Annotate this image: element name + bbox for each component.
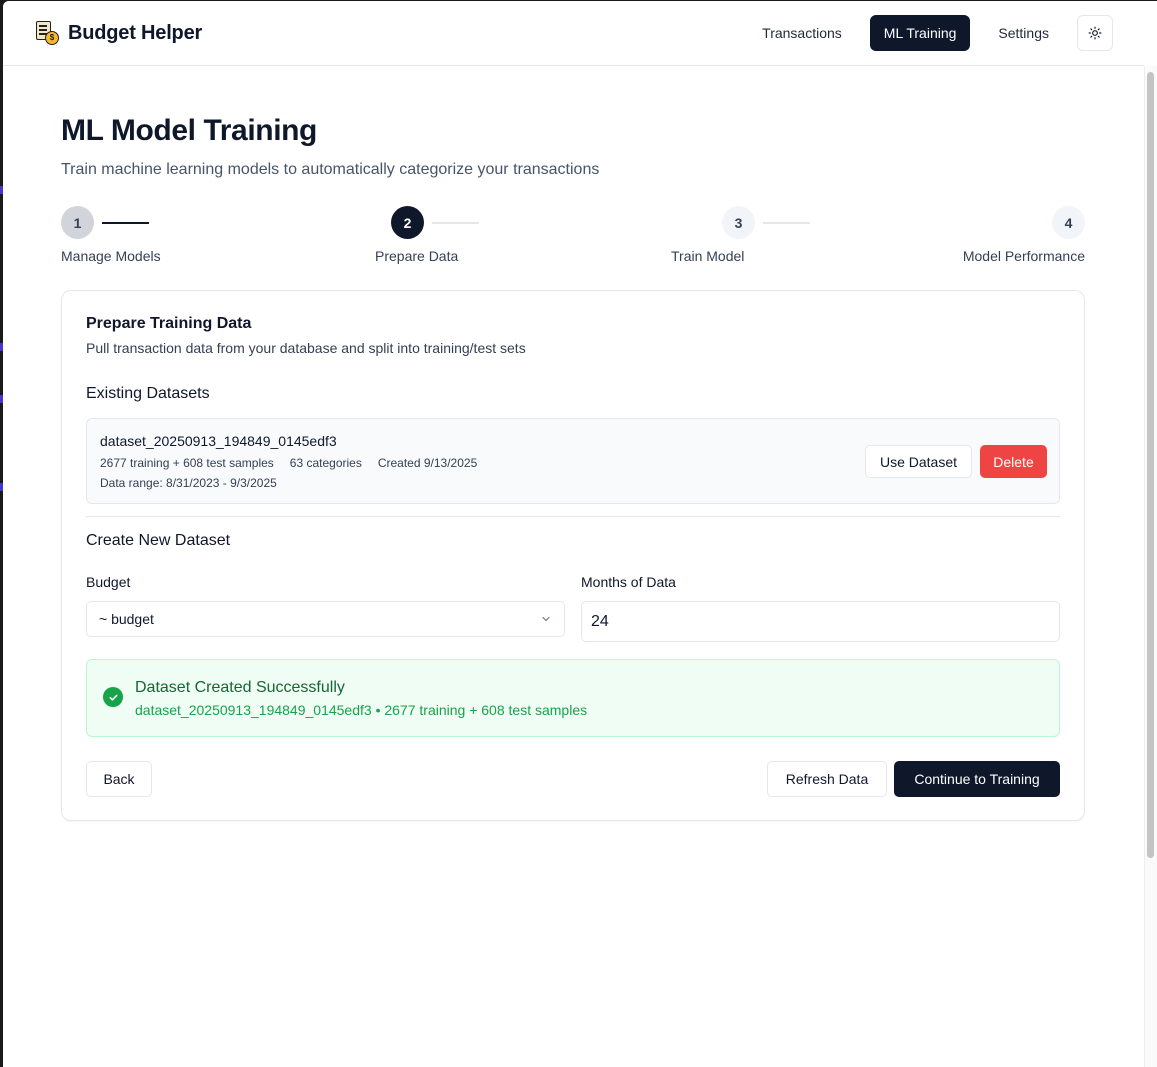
- step-2-connector: [432, 222, 479, 224]
- nav-ml-training[interactable]: ML Training: [869, 15, 971, 51]
- months-input[interactable]: [581, 601, 1060, 642]
- sun-icon: [1088, 26, 1102, 40]
- step-3-connector: [763, 222, 810, 224]
- theme-toggle-button[interactable]: [1077, 15, 1113, 51]
- card-title: Prepare Training Data: [86, 315, 252, 332]
- brand-name: Budget Helper: [68, 21, 203, 44]
- training-stepper: 1 Manage Models 2 Prepare Data 3 Train M…: [61, 206, 1085, 276]
- dataset-categories: 63 categories: [289, 456, 362, 470]
- use-dataset-button[interactable]: Use Dataset: [865, 445, 972, 478]
- step-1-label: Manage Models: [61, 248, 161, 264]
- dataset-name: dataset_20250913_194849_0145edf3: [100, 433, 337, 449]
- card-description: Pull transaction data from your database…: [86, 340, 526, 356]
- months-label: Months of Data: [581, 574, 676, 590]
- top-navbar: $ Budget Helper Transactions ML Training…: [3, 1, 1144, 66]
- main-nav: Transactions ML Training Settings: [748, 15, 1113, 51]
- budget-logo-icon: $: [34, 20, 60, 46]
- nav-settings[interactable]: Settings: [984, 15, 1063, 51]
- continue-to-training-button[interactable]: Continue to Training: [894, 761, 1060, 797]
- existing-datasets-heading: Existing Datasets: [86, 385, 210, 402]
- dataset-created: Created 9/13/2025: [377, 456, 478, 470]
- step-2-label: Prepare Data: [375, 248, 459, 264]
- step-1-circle[interactable]: 1: [61, 206, 94, 239]
- app-window: $ Budget Helper Transactions ML Training…: [3, 1, 1157, 1067]
- dataset-item: dataset_20250913_194849_0145edf3 2677 tr…: [86, 418, 1060, 504]
- page-title: ML Model Training: [61, 114, 317, 147]
- success-alert: Dataset Created Successfully dataset_202…: [86, 659, 1060, 737]
- chevron-down-icon: [542, 616, 550, 622]
- alert-message: dataset_20250913_194849_0145edf3 • 2677 …: [135, 702, 588, 718]
- step-3-circle[interactable]: 3: [722, 206, 755, 239]
- step-4-label: Model Performance: [962, 248, 1085, 264]
- dataset-range: Data range: 8/31/2023 - 9/3/2025: [100, 476, 277, 490]
- check-circle-icon: [103, 687, 123, 707]
- refresh-data-button[interactable]: Refresh Data: [767, 761, 887, 797]
- back-button[interactable]: Back: [86, 761, 152, 797]
- dataset-samples: 2677 training + 608 test samples: [100, 456, 274, 470]
- section-divider: [86, 516, 1060, 517]
- nav-transactions[interactable]: Transactions: [748, 15, 856, 51]
- brand[interactable]: $ Budget Helper: [34, 20, 202, 46]
- page-scrollbar[interactable]: [1144, 66, 1157, 1067]
- step-2-circle[interactable]: 2: [391, 206, 424, 239]
- delete-dataset-button[interactable]: Delete: [980, 445, 1047, 478]
- step-3-label: Train Model: [671, 248, 745, 264]
- prepare-data-card: Prepare Training Data Pull transaction d…: [61, 290, 1085, 821]
- step-4-circle[interactable]: 4: [1052, 206, 1085, 239]
- budget-select-value: ~ budget: [99, 611, 154, 627]
- budget-select[interactable]: ~ budget: [86, 601, 565, 637]
- create-dataset-heading: Create New Dataset: [86, 532, 231, 549]
- scrollbar-thumb[interactable]: [1147, 72, 1154, 858]
- budget-label: Budget: [86, 574, 131, 590]
- dataset-meta: 2677 training + 608 test samples 63 cate…: [100, 456, 477, 470]
- page-subtitle: Train machine learning models to automat…: [61, 161, 600, 178]
- alert-title: Dataset Created Successfully: [135, 679, 345, 696]
- step-1-connector: [102, 222, 149, 224]
